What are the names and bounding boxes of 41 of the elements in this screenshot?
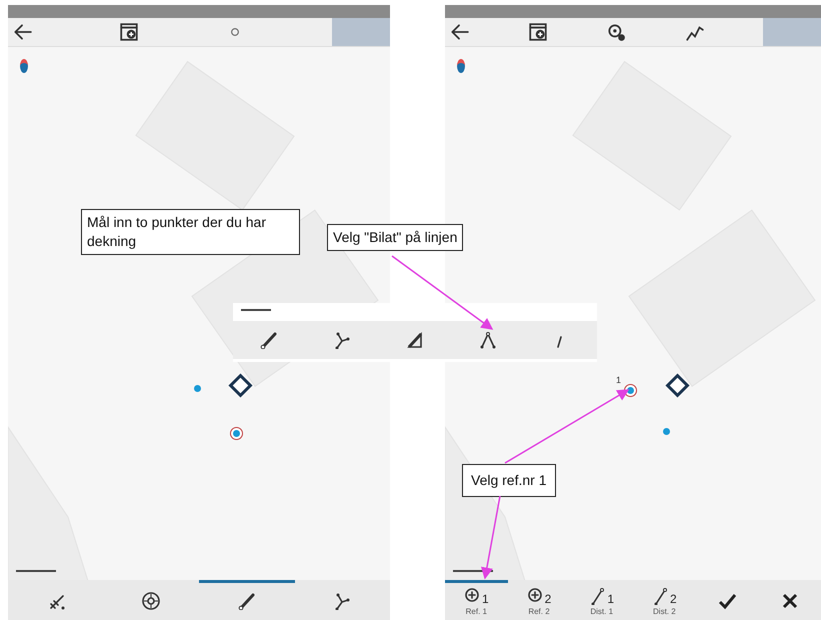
- point-dot: [194, 385, 201, 392]
- scale-bar: [453, 570, 493, 572]
- crosshair-circle-icon: [142, 592, 160, 610]
- tab-label: Dist. 2: [653, 606, 676, 616]
- tab-label: Dist. 1: [590, 606, 614, 616]
- back-arrow-icon[interactable]: [449, 22, 469, 42]
- tool-tab[interactable]: 2 Dist. 2: [633, 580, 696, 620]
- triangle-ruler-icon[interactable]: [406, 331, 424, 349]
- branch-line-icon: [333, 592, 352, 610]
- tab-label: Ref. 1: [466, 606, 487, 616]
- pencil-icon: [238, 592, 256, 610]
- crosshair-circle-icon: [526, 586, 545, 604]
- scale-bar: [241, 309, 271, 311]
- tool-tab[interactable]: 1 Ref. 1: [445, 580, 508, 620]
- point-label: 1: [616, 375, 622, 385]
- target-icon[interactable]: [606, 22, 626, 42]
- callout-text: Velg ref.nr 1: [462, 464, 556, 497]
- callout-text: Velg "Bilat" på linjen: [327, 224, 464, 251]
- caret-line-icon[interactable]: [478, 331, 497, 349]
- back-arrow-icon[interactable]: [12, 22, 32, 42]
- tool-tab[interactable]: 2 Ref. 2: [508, 580, 570, 620]
- callout-text: Mål inn to punkter der du har dekning: [81, 209, 300, 255]
- close-icon: [780, 592, 799, 610]
- tab-label: Ref. 2: [528, 606, 550, 616]
- tool-tab[interactable]: 1 Dist. 1: [570, 580, 634, 620]
- index-number: 1: [482, 592, 489, 604]
- index-number: 2: [670, 592, 677, 604]
- point-dot: [663, 428, 670, 435]
- window-plus-icon[interactable]: [118, 22, 139, 42]
- branch-line-icon[interactable]: [333, 331, 352, 349]
- index-number: 1: [607, 592, 614, 604]
- crosshair-circle-icon: [464, 586, 482, 604]
- point-marker: [231, 428, 242, 439]
- slanted-line-icon: [652, 586, 670, 604]
- checkmark-icon: [718, 592, 736, 610]
- scale-bar: [16, 570, 56, 572]
- location-pin-icon: [457, 59, 465, 73]
- window-plus-icon[interactable]: [528, 22, 548, 42]
- location-pin-icon: [20, 59, 28, 73]
- index-number: 2: [544, 592, 552, 604]
- pencil-icon[interactable]: [260, 331, 278, 349]
